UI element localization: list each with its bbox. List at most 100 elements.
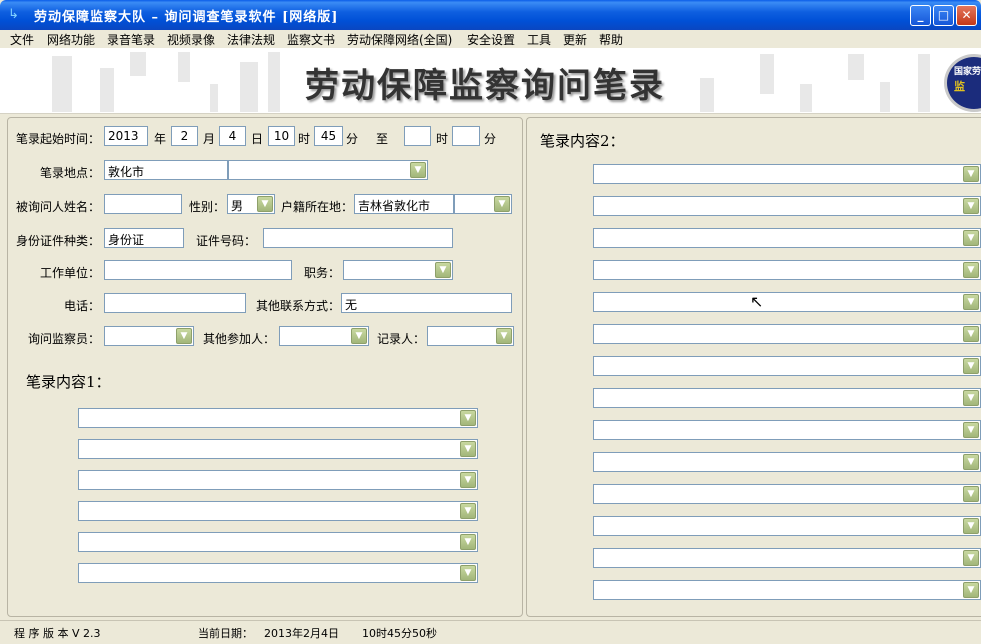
month-input[interactable]: 2 [171, 126, 198, 146]
menu-documents[interactable]: 监察文书 [287, 31, 335, 48]
end-hour-unit: 时 [436, 132, 449, 146]
participant-select[interactable]: ▼ [279, 326, 369, 346]
menu-update[interactable]: 更新 [563, 31, 587, 48]
content2-row[interactable]: ▼ [593, 356, 981, 376]
chevron-down-icon[interactable]: ▼ [460, 472, 476, 488]
hukou-input[interactable]: 吉林省敦化市 [354, 194, 454, 214]
status-bar: 程 序 版 本 V 2.3 当前日期： 2013年2月4日 10时45分50秒 [0, 620, 981, 644]
end-hour-input[interactable] [404, 126, 431, 146]
gender-select[interactable]: 男 ▼ [227, 194, 275, 214]
content2-row[interactable]: ▼ [593, 388, 981, 408]
content2-row[interactable]: ▼ [593, 164, 981, 184]
content1-row[interactable]: ▼ [78, 439, 478, 459]
app-window: ↳ 劳动保障监察大队 – 询问调查笔录软件 [网络版] _ □ ✕ 文件 网络功… [0, 0, 981, 644]
chevron-down-icon[interactable]: ▼ [257, 196, 273, 212]
content2-row[interactable]: ▼ [593, 452, 981, 472]
chevron-down-icon[interactable]: ▼ [963, 230, 979, 246]
menu-network[interactable]: 网络功能 [47, 31, 95, 48]
end-minute-input[interactable] [452, 126, 480, 146]
chevron-down-icon[interactable]: ▼ [963, 550, 979, 566]
chevron-down-icon[interactable]: ▼ [963, 262, 979, 278]
menu-file[interactable]: 文件 [10, 31, 34, 48]
content2-row[interactable]: ▼ [593, 228, 981, 248]
minute-input[interactable]: 45 [314, 126, 343, 146]
to-label: 至 [376, 132, 389, 146]
menu-security[interactable]: 安全设置 [467, 31, 515, 48]
end-minute-unit: 分 [484, 132, 497, 146]
app-icon: ↳ [8, 7, 19, 22]
menu-law[interactable]: 法律法规 [227, 31, 275, 48]
idtype-input[interactable]: 身份证 [104, 228, 184, 248]
chevron-down-icon[interactable]: ▼ [351, 328, 367, 344]
chevron-down-icon[interactable]: ▼ [963, 582, 979, 598]
content2-row[interactable]: ▼ [593, 196, 981, 216]
minimize-button[interactable]: _ [910, 5, 931, 26]
chevron-down-icon[interactable]: ▼ [410, 162, 426, 178]
chevron-down-icon[interactable]: ▼ [460, 441, 476, 457]
date-value: 2013年2月4日 [264, 627, 339, 640]
minute-unit: 分 [346, 132, 359, 146]
content2-row[interactable]: ▼ [593, 548, 981, 568]
idnum-input[interactable] [263, 228, 453, 248]
start-time-label: 笔录起始时间： [16, 132, 101, 146]
menu-audio[interactable]: 录音笔录 [107, 31, 155, 48]
other-contact-input[interactable]: 无 [341, 293, 512, 313]
chevron-down-icon[interactable]: ▼ [494, 196, 510, 212]
inspector-select[interactable]: ▼ [104, 326, 194, 346]
chevron-down-icon[interactable]: ▼ [176, 328, 192, 344]
recorder-select[interactable]: ▼ [427, 326, 514, 346]
location-input[interactable]: 敦化市 [104, 160, 228, 180]
content2-row[interactable]: ▼ [593, 324, 981, 344]
chevron-down-icon[interactable]: ▼ [963, 454, 979, 470]
hukou-select[interactable]: ▼ [454, 194, 512, 214]
chevron-down-icon[interactable]: ▼ [460, 503, 476, 519]
content2-row[interactable]: ▼ [593, 420, 981, 440]
chevron-down-icon[interactable]: ▼ [963, 486, 979, 502]
banner-decoration [880, 82, 890, 112]
chevron-down-icon[interactable]: ▼ [963, 358, 979, 374]
name-label: 被询问人姓名： [16, 200, 101, 214]
chevron-down-icon[interactable]: ▼ [963, 326, 979, 342]
banner-decoration [100, 68, 114, 112]
chevron-down-icon[interactable]: ▼ [460, 565, 476, 581]
phone-input[interactable] [104, 293, 246, 313]
menu-video[interactable]: 视频录像 [167, 31, 215, 48]
menu-tools[interactable]: 工具 [527, 31, 551, 48]
chevron-down-icon[interactable]: ▼ [963, 294, 979, 310]
emblem-text: 国家劳 [954, 67, 981, 77]
content1-row[interactable]: ▼ [78, 408, 478, 428]
close-button[interactable]: ✕ [956, 5, 977, 26]
content1-row[interactable]: ▼ [78, 532, 478, 552]
content2-row[interactable]: ▼ [593, 484, 981, 504]
chevron-down-icon[interactable]: ▼ [963, 198, 979, 214]
banner: 劳动保障监察询问笔录 国家劳 监 [0, 48, 981, 114]
day-input[interactable]: 4 [219, 126, 246, 146]
chevron-down-icon[interactable]: ▼ [963, 518, 979, 534]
menu-help[interactable]: 帮助 [599, 31, 623, 48]
content1-row[interactable]: ▼ [78, 470, 478, 490]
chevron-down-icon[interactable]: ▼ [435, 262, 451, 278]
content1-row[interactable]: ▼ [78, 501, 478, 521]
chevron-down-icon[interactable]: ▼ [963, 166, 979, 182]
content2-row[interactable]: ▼ [593, 292, 981, 312]
year-unit: 年 [154, 132, 167, 146]
chevron-down-icon[interactable]: ▼ [963, 390, 979, 406]
chevron-down-icon[interactable]: ▼ [460, 534, 476, 550]
chevron-down-icon[interactable]: ▼ [963, 422, 979, 438]
hour-input[interactable]: 10 [268, 126, 295, 146]
content2-row[interactable]: ▼ [593, 260, 981, 280]
location-select[interactable]: ▼ [228, 160, 428, 180]
menu-national-network[interactable]: 劳动保障网络(全国) [347, 31, 452, 48]
workplace-input[interactable] [104, 260, 292, 280]
content1-row[interactable]: ▼ [78, 563, 478, 583]
content2-row[interactable]: ▼ [593, 580, 981, 600]
position-select[interactable]: ▼ [343, 260, 453, 280]
maximize-button[interactable]: □ [933, 5, 954, 26]
content2-row[interactable]: ▼ [593, 516, 981, 536]
chevron-down-icon[interactable]: ▼ [496, 328, 512, 344]
banner-decoration [52, 56, 72, 112]
year-input[interactable]: 2013 [104, 126, 148, 146]
name-input[interactable] [104, 194, 182, 214]
title-bar[interactable]: ↳ 劳动保障监察大队 – 询问调查笔录软件 [网络版] _ □ ✕ [0, 0, 981, 30]
chevron-down-icon[interactable]: ▼ [460, 410, 476, 426]
